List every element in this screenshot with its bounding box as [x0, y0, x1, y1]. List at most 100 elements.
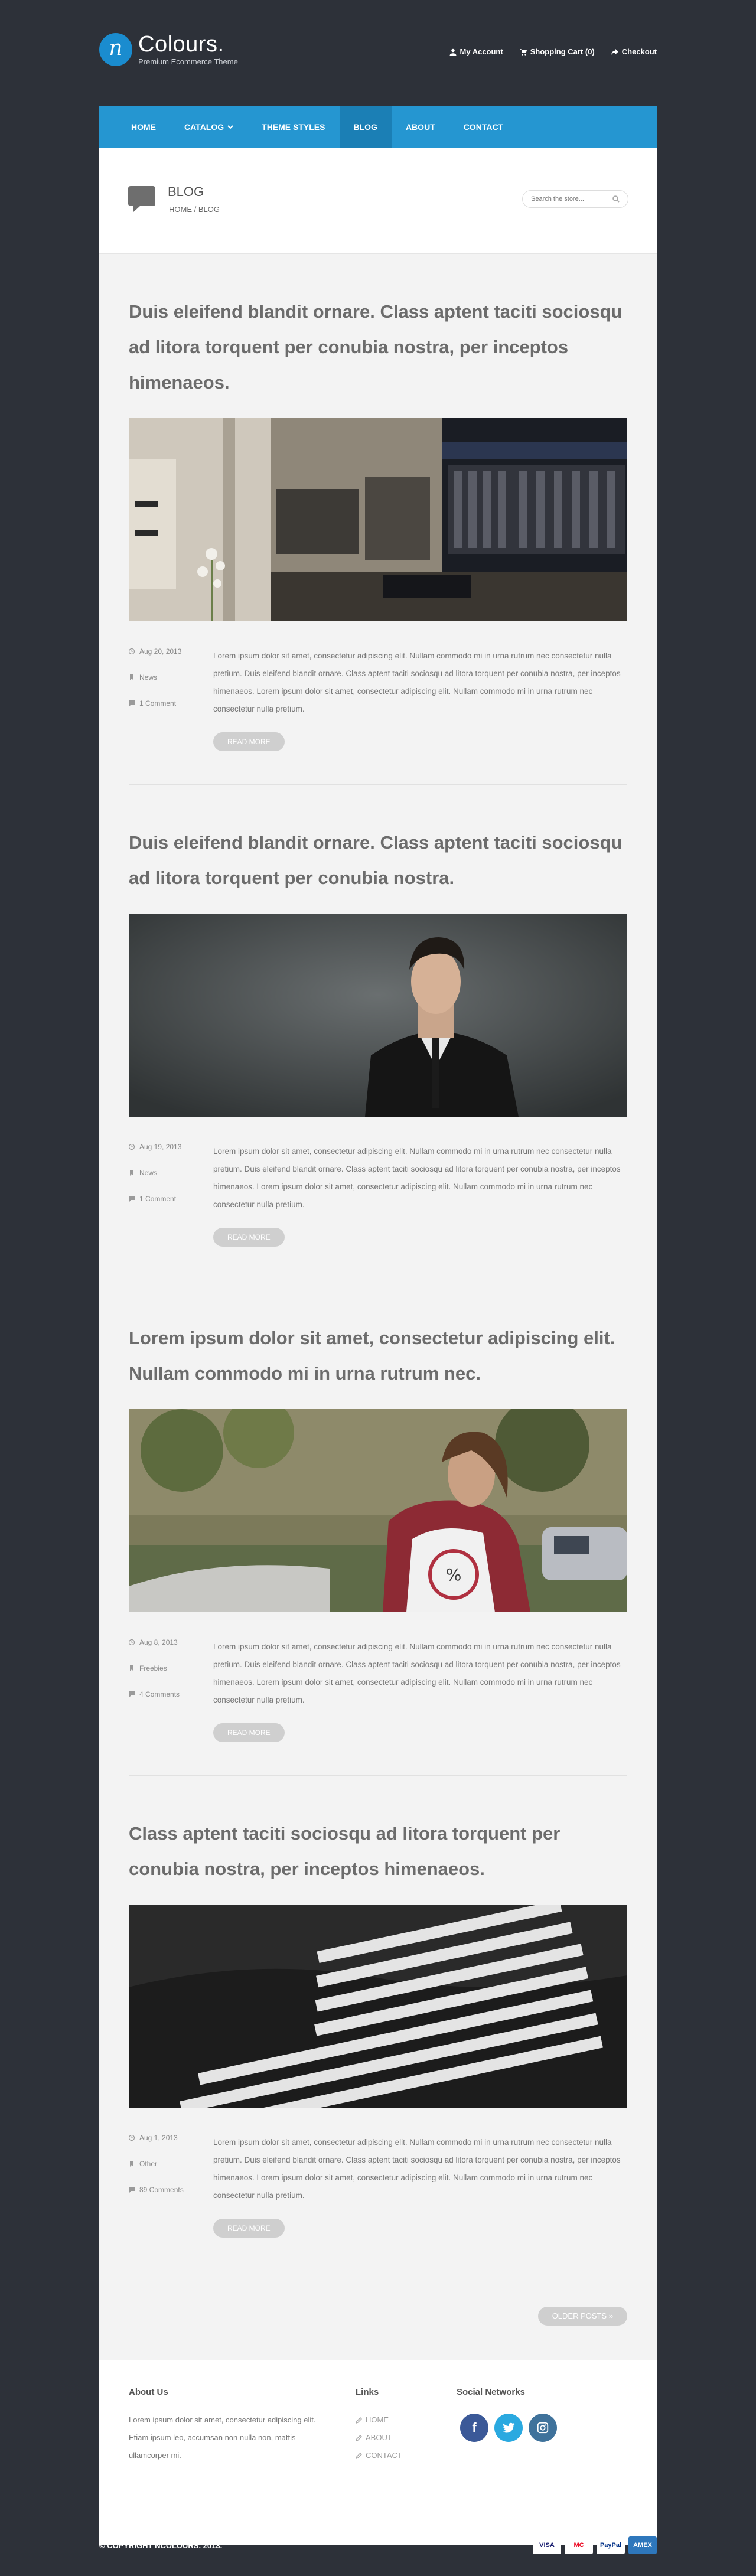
post-category[interactable]: News [139, 1169, 157, 1177]
comment-icon [129, 700, 135, 706]
brand-name: Colours. [138, 32, 224, 57]
search-icon[interactable] [612, 195, 620, 203]
twitter-icon[interactable] [494, 2414, 523, 2442]
chevron-down-icon [227, 125, 233, 129]
footer-links: Links HOME ABOUT CONTACT [356, 2387, 402, 2464]
amex-icon: AMEX [628, 2536, 657, 2554]
logo-mark: n [99, 32, 132, 66]
read-more-button[interactable]: READ MORE [213, 1723, 285, 1742]
footer: About Us Lorem ipsum dolor sit amet, con… [99, 2360, 657, 2545]
older-posts-button[interactable]: OLDER POSTS » [537, 2307, 627, 2326]
comment-icon [129, 2187, 135, 2193]
my-account-link[interactable]: My Account [449, 47, 503, 56]
footer-link-contact[interactable]: CONTACT [356, 2447, 402, 2464]
post-category[interactable]: Other [139, 2160, 157, 2168]
user-icon [449, 48, 457, 56]
bottom-bar: © COPYRIGHT NCOLOURS. 2013. VISA MC PayP… [99, 2533, 657, 2557]
footer-about-title: About Us [129, 2387, 168, 2397]
main-container: HOME CATALOG THEME STYLES BLOG ABOUT CON… [99, 106, 657, 2545]
pencil-icon [356, 2452, 362, 2459]
bookmark-icon [130, 674, 133, 680]
post-image[interactable]: % [129, 1409, 627, 1612]
post-title[interactable]: Duis eleifend blandit ornare. Class apte… [129, 294, 627, 400]
post-comments[interactable]: 1 Comment [139, 1195, 176, 1203]
post-category[interactable]: Freebies [139, 1664, 167, 1672]
comment-icon [129, 1196, 135, 1202]
post-meta: Aug 20, 2013 News 1 Comment [129, 647, 213, 751]
account-links: My Account Shopping Cart (0) Checkout [449, 47, 657, 56]
main-nav: HOME CATALOG THEME STYLES BLOG ABOUT CON… [99, 106, 657, 148]
clock-icon [129, 2135, 135, 2141]
share-icon [611, 48, 618, 55]
read-more-button[interactable]: READ MORE [213, 1228, 285, 1247]
page-title: BLOG [168, 184, 204, 199]
breadcrumb[interactable]: HOME / BLOG [169, 205, 220, 214]
footer-about-text: Lorem ipsum dolor sit amet, consectetur … [129, 2415, 316, 2460]
post-excerpt: Lorem ipsum dolor sit amet, consectetur … [213, 1642, 621, 1704]
read-more-button[interactable]: READ MORE [213, 732, 285, 751]
post-title[interactable]: Lorem ipsum dolor sit amet, consectetur … [129, 1320, 627, 1391]
nav-about[interactable]: ABOUT [392, 106, 449, 148]
striped-fabric-image [129, 1905, 627, 2108]
page-header: BLOG HOME / BLOG [99, 148, 657, 254]
pencil-icon [356, 2417, 362, 2424]
post-excerpt: Lorem ipsum dolor sit amet, consectetur … [213, 1147, 621, 1209]
post-meta: Aug 8, 2013 Freebies 4 Comments [129, 1638, 213, 1742]
man-in-suit-image [129, 914, 627, 1117]
comment-icon [129, 1691, 135, 1697]
instagram-icon[interactable] [529, 2414, 557, 2442]
footer-about: About Us Lorem ipsum dolor sit amet, con… [129, 2387, 324, 2464]
blog-post: Duis eleifend blandit ornare. Class apte… [129, 254, 627, 785]
post-title[interactable]: Duis eleifend blandit ornare. Class apte… [129, 825, 627, 896]
post-meta: Aug 19, 2013 News 1 Comment [129, 1143, 213, 1247]
post-image[interactable] [129, 418, 627, 621]
footer-links-title: Links [356, 2387, 379, 2397]
nav-home[interactable]: HOME [117, 106, 170, 148]
search-box [522, 190, 628, 208]
post-date: Aug 19, 2013 [139, 1143, 182, 1151]
pencil-icon [356, 2434, 362, 2441]
post-date: Aug 8, 2013 [139, 1638, 178, 1646]
nav-catalog[interactable]: CATALOG [170, 106, 247, 148]
post-image[interactable] [129, 914, 627, 1117]
post-date: Aug 20, 2013 [139, 647, 182, 656]
nav-theme-styles[interactable]: THEME STYLES [247, 106, 339, 148]
facebook-icon[interactable]: f [460, 2414, 488, 2442]
clock-icon [129, 1144, 135, 1150]
footer-link-about[interactable]: ABOUT [356, 2429, 402, 2447]
search-input[interactable] [531, 195, 608, 203]
checkout-link[interactable]: Checkout [611, 47, 657, 56]
blog-post: Lorem ipsum dolor sit amet, consectetur … [129, 1280, 627, 1776]
paypal-icon: PayPal [597, 2536, 625, 2554]
logo[interactable]: n Colours. Premium Ecommerce Theme [99, 32, 238, 66]
store-interior-image [129, 418, 627, 621]
woman-flannel-image: % [129, 1409, 627, 1612]
clock-icon [129, 648, 135, 654]
cart-icon [519, 48, 527, 56]
post-comments[interactable]: 4 Comments [139, 1690, 180, 1698]
post-title[interactable]: Class aptent taciti sociosqu ad litora t… [129, 1816, 627, 1887]
post-comments[interactable]: 1 Comment [139, 699, 176, 707]
site-header: n Colours. Premium Ecommerce Theme My Ac… [0, 0, 756, 106]
mastercard-icon: MC [565, 2536, 593, 2554]
bookmark-icon [130, 1665, 133, 1671]
post-excerpt: Lorem ipsum dolor sit amet, consectetur … [213, 2138, 621, 2200]
payment-methods: VISA MC PayPal AMEX [533, 2536, 657, 2554]
svg-text:%: % [446, 1565, 462, 1584]
shopping-cart-link[interactable]: Shopping Cart (0) [519, 47, 595, 56]
read-more-button[interactable]: READ MORE [213, 2219, 285, 2238]
post-comments[interactable]: 89 Comments [139, 2186, 184, 2194]
copyright: © COPYRIGHT NCOLOURS. 2013. [99, 2541, 223, 2550]
bookmark-icon [130, 2161, 133, 2167]
footer-social-title: Social Networks [457, 2387, 525, 2397]
post-date: Aug 1, 2013 [139, 2134, 178, 2142]
nav-blog[interactable]: BLOG [339, 106, 392, 148]
pagination: OLDER POSTS » [99, 2271, 657, 2360]
clock-icon [129, 1639, 135, 1645]
post-category[interactable]: News [139, 673, 157, 682]
brand-tagline: Premium Ecommerce Theme [138, 57, 238, 66]
nav-contact[interactable]: CONTACT [449, 106, 517, 148]
post-image[interactable] [129, 1905, 627, 2108]
footer-link-home[interactable]: HOME [356, 2411, 402, 2429]
visa-icon: VISA [533, 2536, 561, 2554]
